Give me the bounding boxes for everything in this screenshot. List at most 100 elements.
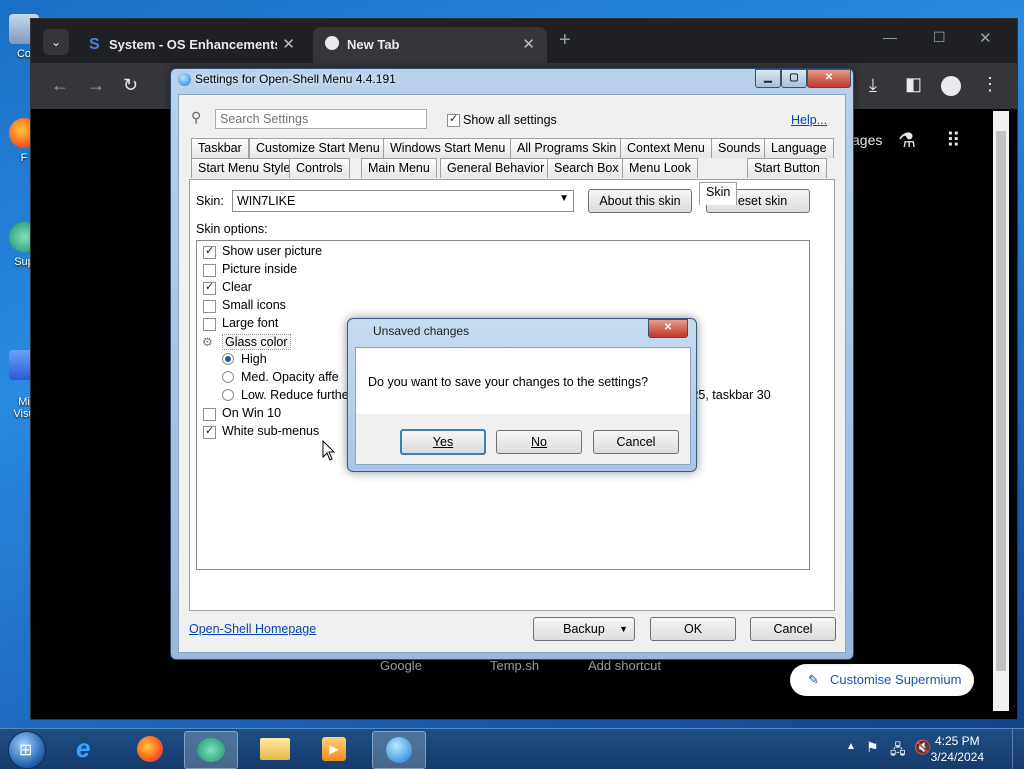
tab-controls[interactable]: Controls bbox=[289, 158, 350, 178]
settings-close-button[interactable]: ✕ bbox=[807, 69, 851, 88]
cancel-button[interactable]: Cancel bbox=[750, 617, 836, 641]
settings-minimize-button[interactable]: ▁ bbox=[755, 69, 781, 88]
new-tab-favicon-icon bbox=[325, 36, 339, 50]
option-white-sub-menus: White sub-menus bbox=[222, 424, 320, 438]
dialog-body: Do you want to save your changes to the … bbox=[355, 347, 691, 465]
open-shell-homepage-link[interactable]: Open-Shell Homepage bbox=[189, 622, 316, 636]
settings-title: Settings for Open-Shell Menu 4.4.191 bbox=[195, 72, 396, 86]
settings-maximize-button[interactable]: ▢ bbox=[781, 69, 807, 88]
taskbar-internet-explorer[interactable]: e bbox=[64, 731, 116, 767]
unsaved-changes-dialog: Unsaved changes ✕ Do you want to save yo… bbox=[347, 318, 697, 472]
labs-flask-icon[interactable]: ⚗ bbox=[898, 128, 916, 153]
shortcut-add[interactable]: Add shortcut bbox=[588, 658, 661, 673]
skin-label: Skin: bbox=[196, 194, 224, 208]
tab-skin[interactable]: Skin bbox=[699, 182, 738, 205]
radio-button[interactable] bbox=[222, 389, 234, 401]
taskbar-media-player[interactable]: ▶ bbox=[308, 731, 360, 767]
dialog-message: Do you want to save your changes to the … bbox=[368, 375, 649, 389]
shortcut-google[interactable]: Google bbox=[380, 658, 422, 673]
desktop-icon-label: F bbox=[20, 152, 28, 164]
radio-low: Low. Reduce furthe bbox=[241, 388, 349, 402]
apps-grid-icon[interactable]: ⠿ bbox=[946, 128, 961, 153]
taskbar-explorer[interactable] bbox=[248, 731, 300, 767]
windows-logo-icon: ⊞ bbox=[19, 742, 33, 759]
tab-search-button[interactable]: ⌄ bbox=[43, 29, 69, 55]
menu-kebab-icon[interactable]: ⋮ bbox=[981, 74, 999, 95]
option-checkbox[interactable] bbox=[203, 318, 216, 331]
dialog-title: Unsaved changes bbox=[373, 324, 470, 338]
about-skin-button[interactable]: About this skin bbox=[588, 189, 692, 213]
taskbar-firefox[interactable] bbox=[124, 731, 176, 767]
tab-start-menu-style[interactable]: Start Menu Style bbox=[191, 158, 298, 178]
images-link[interactable]: ages bbox=[852, 132, 882, 148]
tab-main-menu[interactable]: Main Menu bbox=[361, 158, 437, 178]
radio-button[interactable] bbox=[222, 371, 234, 383]
option-checkbox[interactable] bbox=[203, 264, 216, 277]
tab-all-programs-skin[interactable]: All Programs Skin bbox=[510, 138, 624, 158]
forward-arrow-icon[interactable]: → bbox=[87, 75, 105, 96]
help-link[interactable]: Help... bbox=[791, 113, 827, 127]
page-scrollbar[interactable] bbox=[993, 111, 1009, 711]
skin-dropdown[interactable]: WIN7LIKE ▼ bbox=[232, 190, 574, 212]
ok-button[interactable]: OK bbox=[650, 617, 736, 641]
dialog-close-button[interactable]: ✕ bbox=[648, 319, 688, 338]
tab-windows-start-menu[interactable]: Windows Start Menu bbox=[383, 138, 513, 158]
option-checkbox[interactable] bbox=[203, 244, 216, 259]
tab-menu-look[interactable]: Menu Look bbox=[622, 158, 698, 178]
chevron-down-icon: ⌄ bbox=[50, 35, 62, 49]
backup-button[interactable]: Backup ▼ bbox=[533, 617, 635, 641]
sidebar-icon[interactable]: ◧ bbox=[905, 74, 922, 95]
option-checkbox[interactable] bbox=[203, 424, 216, 439]
search-settings-input[interactable] bbox=[215, 109, 427, 129]
radio-high: High bbox=[241, 352, 267, 366]
show-desktop-button[interactable] bbox=[1012, 729, 1024, 769]
back-arrow-icon[interactable]: ← bbox=[51, 75, 69, 96]
dialog-message-area: Do you want to save your changes to the … bbox=[356, 348, 690, 414]
minimize-button[interactable]: — bbox=[883, 29, 897, 45]
tab-new-tab[interactable]: New Tab ✕ bbox=[313, 27, 547, 63]
yes-button[interactable]: Yes bbox=[400, 429, 486, 455]
scrollbar-thumb[interactable] bbox=[996, 131, 1006, 671]
backup-label: Backup bbox=[563, 622, 605, 636]
show-all-settings-checkbox[interactable] bbox=[447, 112, 460, 127]
customise-supermium-button[interactable]: ✎ Customise Supermium bbox=[790, 664, 974, 696]
tab-language[interactable]: Language bbox=[764, 138, 834, 158]
dialog-cancel-button[interactable]: Cancel bbox=[593, 430, 679, 454]
tab-taskbar[interactable]: Taskbar bbox=[191, 138, 249, 158]
radio-button[interactable] bbox=[222, 353, 234, 365]
tab-general-behavior[interactable]: General Behavior bbox=[440, 158, 552, 178]
tab-strip: ⌄ S System - OS Enhancements Do ✕ New Ta… bbox=[31, 19, 1017, 63]
close-tab-icon[interactable]: ✕ bbox=[282, 35, 295, 53]
taskbar-open-shell[interactable] bbox=[372, 731, 426, 769]
tab-customize-start-menu[interactable]: Customize Start Menu bbox=[249, 138, 387, 158]
profile-avatar-icon[interactable] bbox=[941, 76, 961, 96]
tab-start-button[interactable]: Start Button bbox=[747, 158, 828, 178]
option-glass-color[interactable]: Glass color bbox=[222, 334, 291, 350]
tab-context-menu[interactable]: Context Menu bbox=[620, 138, 712, 158]
option-checkbox[interactable] bbox=[203, 280, 216, 295]
action-center-flag-icon[interactable]: ⚑ bbox=[866, 739, 879, 756]
clock-date: 3/24/2024 bbox=[930, 750, 984, 764]
start-button[interactable]: ⊞ bbox=[8, 731, 46, 769]
tab-sounds[interactable]: Sounds bbox=[711, 138, 768, 158]
tab-search-box[interactable]: Search Box bbox=[547, 158, 626, 178]
tab-os-enhancements[interactable]: S System - OS Enhancements Do ✕ bbox=[77, 27, 307, 63]
dropdown-arrow-icon: ▼ bbox=[619, 624, 628, 634]
option-checkbox[interactable] bbox=[203, 408, 216, 421]
new-tab-button[interactable]: + bbox=[559, 29, 571, 52]
close-window-button[interactable]: ✕ bbox=[979, 29, 992, 47]
volume-muted-icon[interactable]: 🔇 bbox=[914, 739, 931, 756]
clock[interactable]: 4:25 PM 3/24/2024 bbox=[931, 733, 984, 765]
network-icon[interactable]: 🖧 bbox=[890, 739, 906, 763]
taskbar-supermium[interactable] bbox=[184, 731, 238, 769]
shortcut-temp[interactable]: Temp.sh bbox=[490, 658, 539, 673]
no-button[interactable]: No bbox=[496, 430, 582, 454]
option-checkbox[interactable] bbox=[203, 300, 216, 313]
download-icon[interactable]: ⤓ bbox=[869, 75, 877, 96]
show-hidden-icons-icon[interactable]: ▲ bbox=[846, 741, 856, 752]
mouse-cursor-icon bbox=[322, 440, 336, 461]
maximize-button[interactable]: ☐ bbox=[933, 29, 946, 46]
close-tab-icon[interactable]: ✕ bbox=[522, 35, 535, 53]
reload-icon[interactable]: ↻ bbox=[123, 75, 138, 96]
open-shell-icon bbox=[178, 73, 191, 86]
